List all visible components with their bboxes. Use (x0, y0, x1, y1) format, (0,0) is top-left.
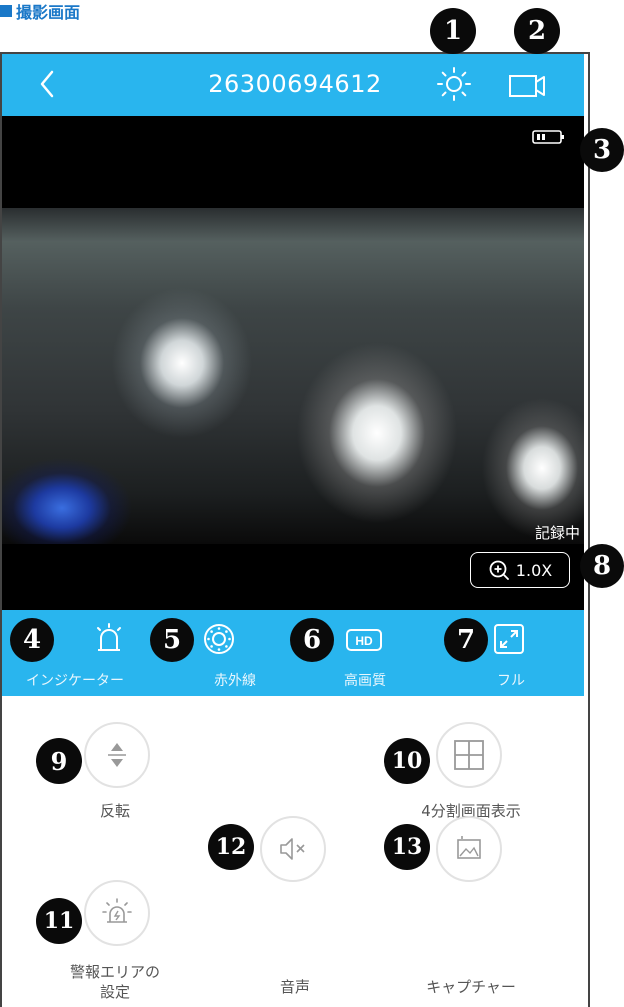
sound-label: 音声 (279, 978, 310, 996)
zoom-level: 1.0X (515, 560, 553, 580)
capture-button[interactable] (436, 816, 502, 882)
fullscreen-label: フル (497, 673, 525, 689)
record-button[interactable] (506, 68, 550, 102)
chevron-left-icon (40, 70, 54, 98)
alarm-zone-icon (102, 898, 132, 923)
recording-status: 記録中 (534, 524, 580, 542)
square-bullet-icon (0, 5, 12, 17)
split-screen-button[interactable] (436, 722, 502, 788)
indicator-label: インジケーター (26, 673, 124, 689)
back-button[interactable] (34, 64, 64, 104)
sun-icon (437, 67, 471, 101)
hd-label: 高画質 (344, 673, 386, 689)
callout-badge-6: 6 (290, 618, 334, 662)
infrared-icon (204, 624, 234, 654)
callout-badge-5: 5 (150, 618, 194, 662)
flip-vertical-icon (108, 743, 126, 767)
flip-label: 反転 (99, 802, 130, 820)
callout-badge-2: 2 (514, 8, 560, 54)
image-capture-icon (457, 836, 481, 859)
video-camera-icon (509, 75, 545, 97)
brightness-button[interactable] (436, 66, 472, 102)
sound-button[interactable] (260, 816, 326, 882)
battery-indicator (530, 126, 570, 148)
alarm-area-label: 警報エリアの 設定 (69, 963, 160, 1001)
device-id-title: 26300694612 (208, 70, 382, 98)
fullscreen-icon (494, 624, 524, 654)
callout-badge-8: 8 (580, 544, 624, 588)
callout-badge-9: 9 (36, 738, 82, 784)
callout-badge-13: 13 (384, 824, 430, 870)
alarm-light-icon (97, 623, 121, 651)
svg-text:HD: HD (355, 634, 373, 648)
flip-button[interactable] (84, 722, 150, 788)
callout-badge-12: 12 (208, 824, 254, 870)
callout-badge-3: 3 (580, 128, 624, 172)
camera-image (2, 208, 584, 544)
section-title: 撮影画面 (16, 3, 81, 22)
capture-label: キャプチャー (426, 978, 516, 996)
zoom-in-icon (489, 560, 509, 580)
speaker-mute-icon (280, 838, 305, 860)
hd-icon: HD (346, 629, 382, 651)
alarm-area-button[interactable] (84, 880, 150, 946)
section-heading: 撮影画面 (0, 0, 80, 22)
zoom-button[interactable]: 1.0X (470, 552, 570, 588)
grid-4-icon (454, 740, 484, 770)
infrared-label: 赤外線 (214, 673, 256, 689)
live-video-view[interactable] (2, 116, 584, 610)
callout-badge-4: 4 (10, 618, 54, 662)
callout-badge-11: 11 (36, 898, 82, 944)
callout-badge-7: 7 (444, 618, 488, 662)
battery-icon (532, 130, 564, 144)
callout-badge-10: 10 (384, 738, 430, 784)
callout-badge-1: 1 (430, 8, 476, 54)
